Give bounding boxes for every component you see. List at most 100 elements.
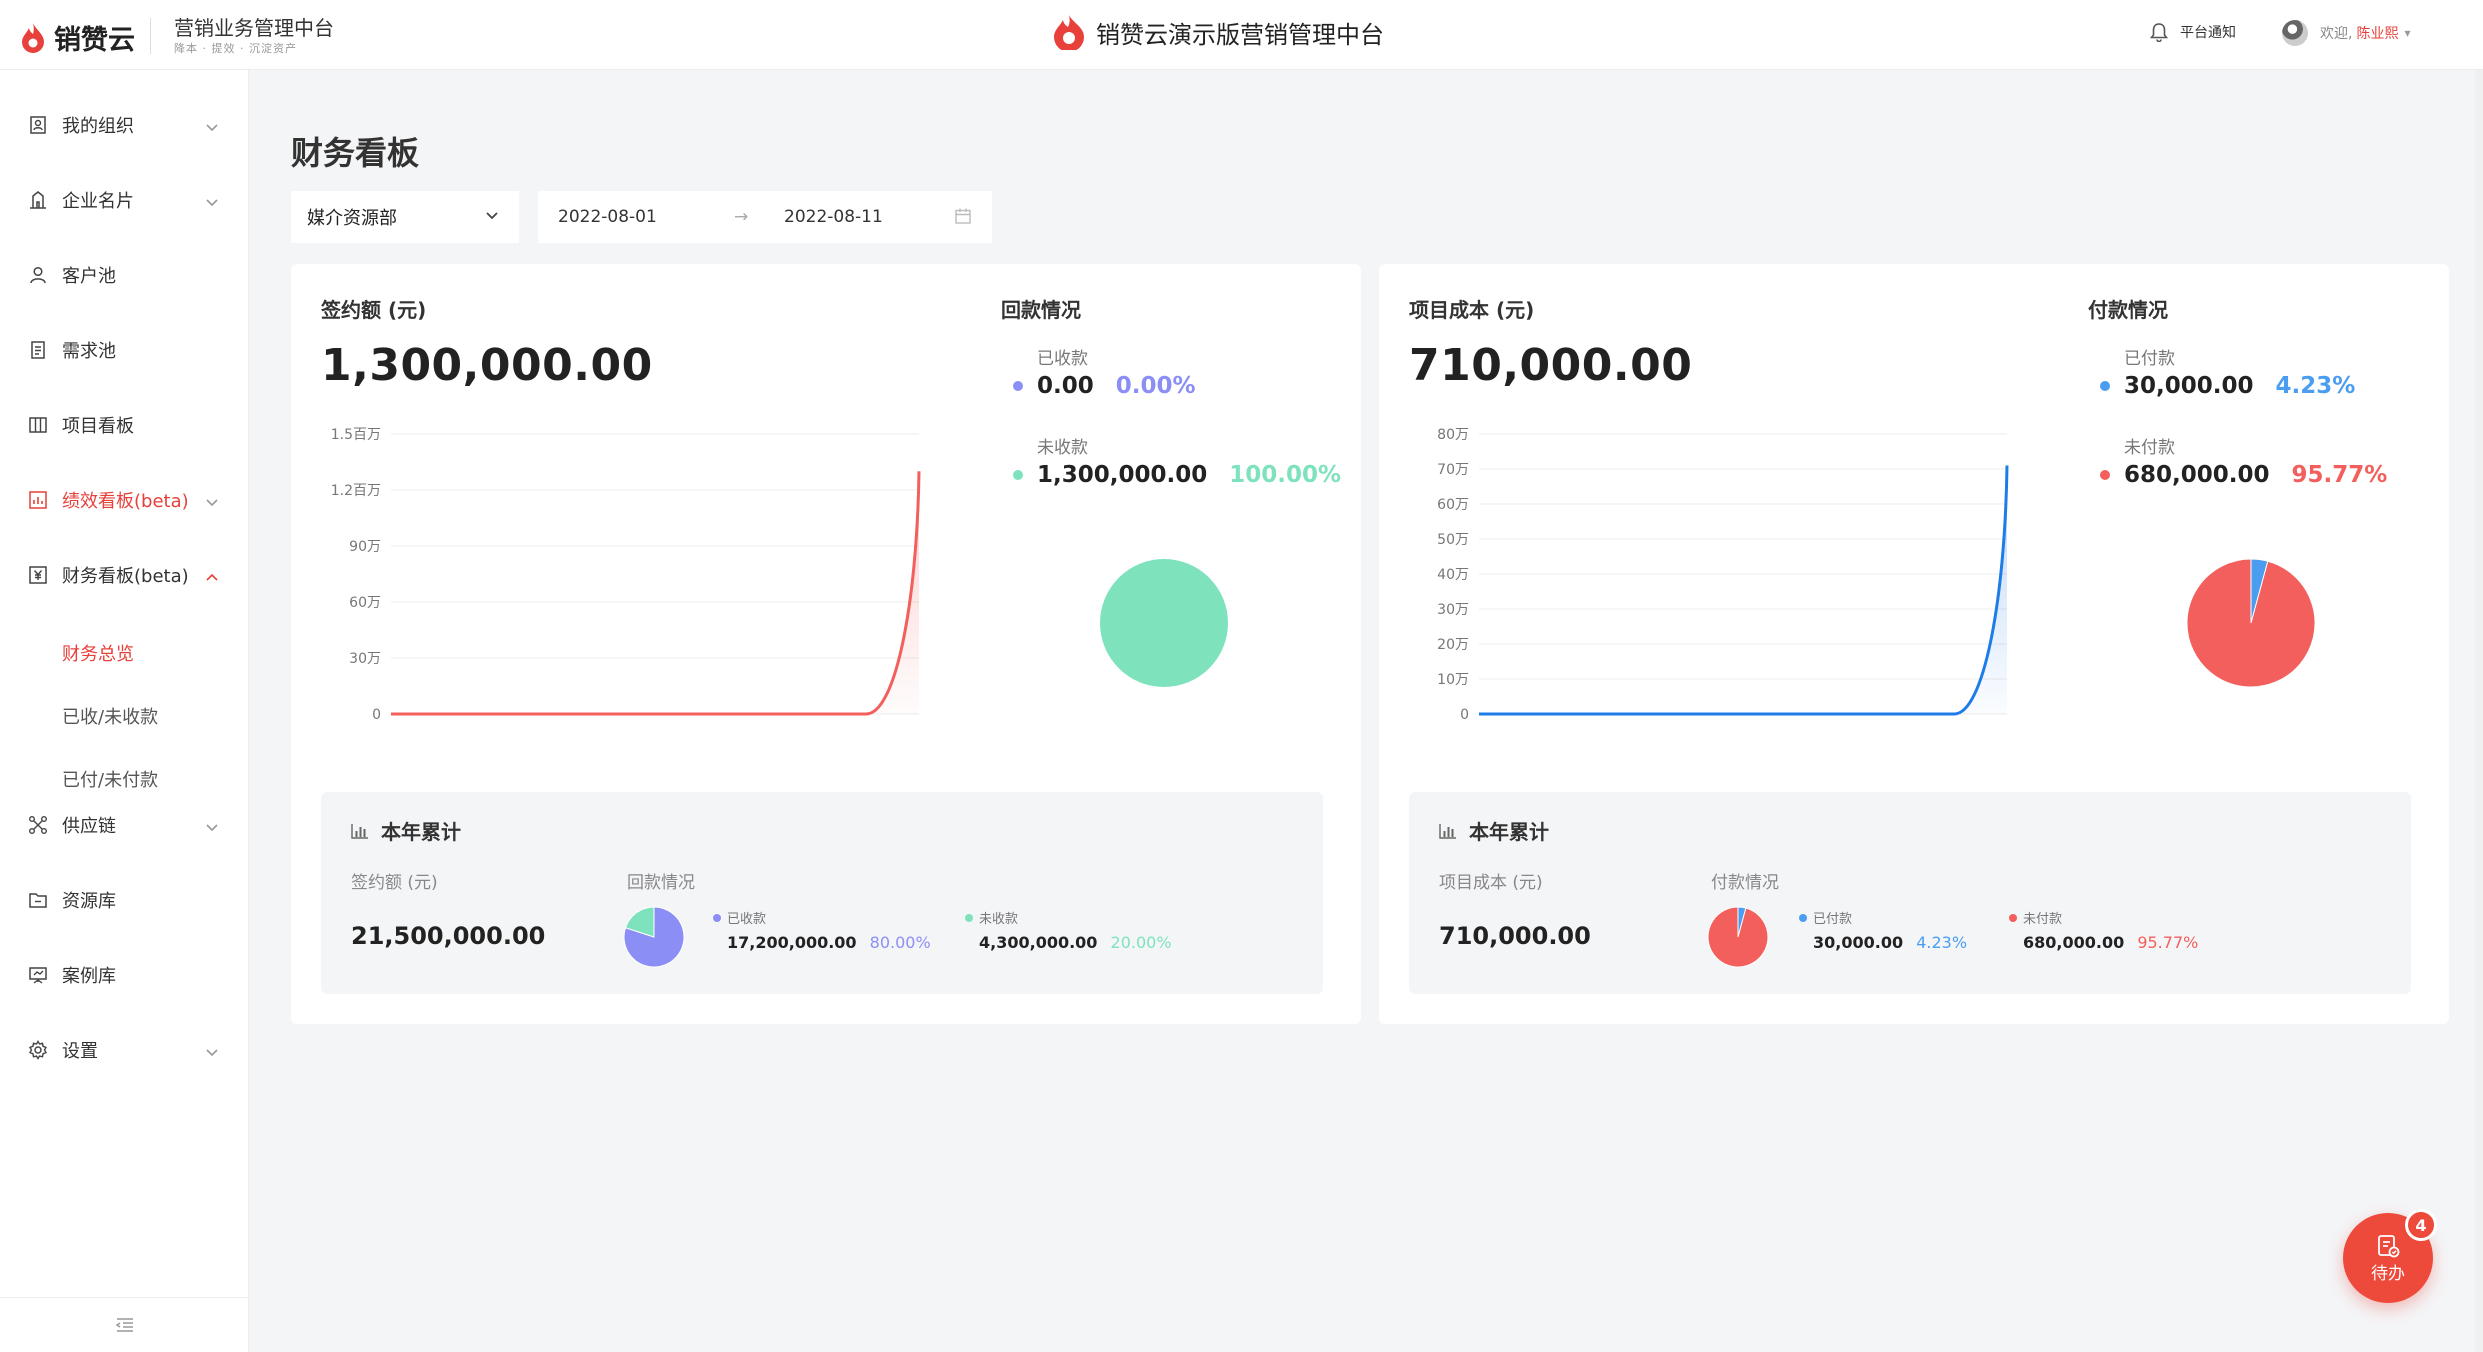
ytd-unpaid-percent: 95.77% — [2137, 933, 2199, 952]
todo-button[interactable]: 待办 4 — [2343, 1209, 2437, 1303]
sidebar-item-document[interactable]: 需求池 — [0, 325, 249, 375]
contract-chart-series-line — [391, 471, 921, 716]
chevron-down-icon — [205, 192, 219, 213]
center-title: 销赞云演示版营销管理中台 — [1052, 14, 1384, 50]
todo-count-badge: 4 — [2405, 1209, 2437, 1241]
folder-icon — [26, 888, 50, 912]
paid-percent: 4.23% — [2275, 373, 2356, 399]
finance-icon — [26, 563, 50, 587]
ytd-paid-label: 已付款 — [1813, 912, 1853, 927]
contract-chart-y-tick-label: 90万 — [349, 539, 381, 555]
collection-pie-chart[interactable] — [1099, 558, 1229, 688]
contract-chart-y-tick-label: 1.5百万 — [331, 427, 381, 443]
board-icon — [26, 413, 50, 437]
chevron-down-icon — [205, 1042, 219, 1063]
paid-entry: 已付款 30,000.00 4.23% — [2100, 344, 2355, 399]
ytd-paid-entry: 已付款 30,000.00 4.23% — [1799, 908, 1967, 952]
ytd-unreceived-label: 未收款 — [979, 912, 1019, 927]
chevron-down-icon — [205, 817, 219, 838]
sidebar-item-label: 案例库 — [62, 966, 116, 987]
ytd-title-text: 本年累计 — [381, 820, 461, 844]
sidebar-item-gear[interactable]: 设置 — [0, 1025, 249, 1075]
payment-title: 付款情况 — [2088, 298, 2168, 322]
platform-notice[interactable]: 平台通知 — [2150, 22, 2236, 42]
received-percent: 0.00% — [1115, 373, 1196, 399]
sidebar-item-label: 我的组织 — [62, 116, 134, 137]
cost-chart-series-line — [1479, 465, 2009, 716]
sidebar-item-org[interactable]: 我的组织 — [0, 100, 249, 150]
cost-trend-chart[interactable]: 0 10万 20万 30万 40万 50万 60万 70万 80万 — [1409, 414, 2009, 734]
user-menu[interactable]: 欢迎, 陈业熙 ▾ — [2282, 20, 2410, 46]
unreceived-percent: 100.00% — [1229, 462, 1342, 488]
unpaid-amount: 680,000.00 — [2124, 462, 2270, 488]
page-scrollbar[interactable] — [2475, 70, 2483, 1352]
contract-amount-label: 签约额 (元) — [321, 298, 427, 322]
notice-label: 平台通知 — [2180, 25, 2236, 41]
document-icon — [26, 338, 50, 362]
contract-trend-chart[interactable]: 0 30万 60万 90万 1.2百万 1.5百万 — [321, 414, 921, 734]
user-icon — [26, 263, 50, 287]
ytd-collection-label: 回款情况 — [627, 873, 695, 893]
project-cost-value: 710,000.00 — [1409, 340, 1693, 391]
sidebar-item-folder[interactable]: 资源库 — [0, 875, 249, 925]
presentation-icon — [26, 963, 50, 987]
todo-list-icon — [2378, 1234, 2400, 1257]
sidebar-item-presentation[interactable]: 案例库 — [0, 950, 249, 1000]
date-start-input[interactable]: 2022-08-01 — [558, 207, 657, 227]
bell-icon — [2150, 23, 2168, 42]
ytd-collection-pie-chart[interactable] — [623, 906, 685, 968]
paid-amount: 30,000.00 — [2124, 373, 2254, 399]
bar-chart-icon — [1439, 823, 1456, 839]
unreceived-dot — [1013, 470, 1023, 480]
sidebar-item-label: 需求池 — [62, 341, 116, 362]
contract-card: 签约额 (元) 1,300,000.00 0 30万 60万 90万 1.2百万 1.5百… — [291, 264, 1361, 1024]
department-select[interactable]: 媒介资源部 — [291, 191, 519, 243]
ytd-payment-pie-chart[interactable] — [1707, 906, 1769, 968]
sidebar-item-board[interactable]: 项目看板 — [0, 400, 249, 450]
chevron-down-icon — [205, 492, 219, 513]
org-icon — [26, 113, 50, 137]
sidebar-subitem-finance-overview[interactable]: 财务总览 — [62, 640, 134, 666]
date-end-input[interactable]: 2022-08-11 — [784, 207, 883, 227]
collapse-sidebar-button[interactable] — [0, 1297, 249, 1352]
contract-chart-area — [391, 471, 919, 714]
brand-logo[interactable]: 销赞云 — [20, 18, 135, 57]
date-range-picker[interactable]: 2022-08-01 → 2022-08-11 — [538, 191, 992, 243]
sidebar-item-performance-chart[interactable]: 绩效看板(beta) — [0, 475, 249, 525]
center-title-text: 销赞云演示版营销管理中台 — [1096, 20, 1384, 49]
cost-chart-y-tick-label: 0 — [1460, 707, 1469, 723]
ytd-title: 本年累计 — [351, 816, 461, 845]
cost-chart-y-tick-label: 20万 — [1437, 637, 1469, 653]
page-title: 财务看板 — [291, 134, 420, 172]
department-select-value: 媒介资源部 — [307, 208, 397, 229]
ytd-paid-dot — [1799, 913, 1807, 922]
supply-chain-icon — [26, 813, 50, 837]
sidebar-item-label: 项目看板 — [62, 416, 134, 437]
building-icon — [26, 188, 50, 212]
sidebar-subitem-payables[interactable]: 已付/未付款 — [62, 766, 158, 792]
payment-pie-chart[interactable] — [2186, 558, 2316, 688]
cost-chart-y-tick-label: 50万 — [1437, 532, 1469, 548]
ytd-contract-panel: 本年累计 签约额 (元) 回款情况 21,500,000.00 已收款 17,2… — [321, 792, 1323, 994]
received-label: 已收款 — [1037, 349, 1088, 369]
caret-down-icon: ▾ — [2404, 26, 2411, 40]
ytd-received-dot — [713, 913, 721, 922]
chevron-down-icon — [486, 212, 498, 220]
sidebar-subitem-receivables[interactable]: 已收/未收款 — [62, 703, 158, 729]
user-name: 陈业熙 — [2356, 26, 2399, 42]
sidebar-item-label: 客户池 — [62, 266, 116, 287]
bar-chart-icon — [351, 823, 368, 839]
system-slogan: 降本 · 提效 · 沉淀资产 — [174, 42, 297, 55]
sidebar-item-supply-chain[interactable]: 供应链 — [0, 800, 249, 850]
sidebar-item-label: 设置 — [62, 1041, 98, 1062]
ytd-unreceived-entry: 未收款 4,300,000.00 20.00% — [965, 908, 1172, 952]
sidebar-item-user[interactable]: 客户池 — [0, 250, 249, 300]
sidebar-item-building[interactable]: 企业名片 — [0, 175, 249, 225]
collection-pie-slice — [1100, 559, 1228, 687]
unpaid-entry: 未付款 680,000.00 95.77% — [2100, 433, 2387, 488]
collection-title: 回款情况 — [1001, 298, 1081, 322]
contract-amount-value: 1,300,000.00 — [321, 340, 653, 391]
ytd-title-text: 本年累计 — [1469, 820, 1549, 844]
sidebar-item-finance[interactable]: 财务看板(beta) — [0, 550, 249, 600]
top-header: 销赞云 营销业务管理中台 降本 · 提效 · 沉淀资产 销赞云演示版营销管理中台… — [0, 0, 2483, 70]
